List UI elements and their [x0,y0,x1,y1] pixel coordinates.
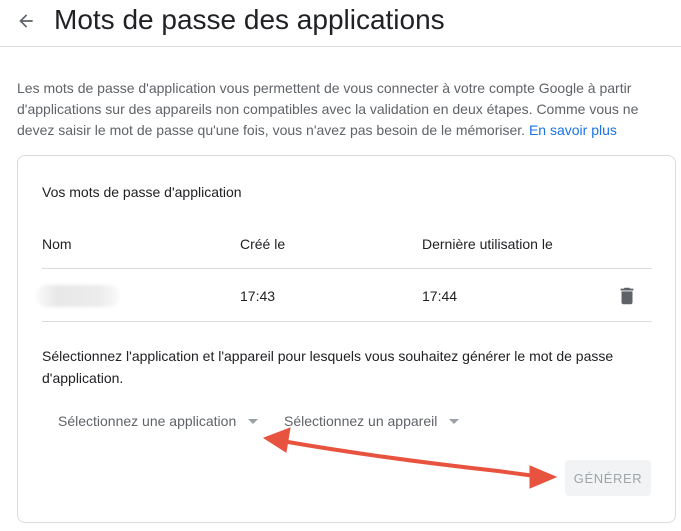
dropdown-caret-icon [248,418,259,424]
generate-button[interactable]: GÉNÉRER [565,460,651,496]
intro-text: Les mots de passe d'application vous per… [17,78,667,141]
page-title: Mots de passe des applications [54,4,445,35]
column-header-created: Créé le [240,236,286,252]
device-select-value: Sélectionnez un appareil [284,413,438,429]
select-description: Sélectionnez l'application et l'appareil… [42,348,614,386]
learn-more-link[interactable]: En savoir plus [529,122,617,138]
dropdown-caret-icon [449,418,460,424]
arrow-back-icon [19,14,33,28]
device-select-dropdown[interactable]: Sélectionnez un appareil [284,410,460,432]
card-title: Vos mots de passe d'application [42,184,242,200]
delete-password-button[interactable] [614,283,640,309]
table-divider [42,268,652,269]
blurred-app-name [36,285,120,307]
trash-icon [620,287,634,305]
page-header: Mots de passe des applications [0,0,681,47]
column-header-last-used: Dernière utilisation le [422,236,553,252]
row-created-time: 17:43 [240,288,276,304]
column-header-name: Nom [42,236,72,252]
app-select-dropdown[interactable]: Sélectionnez une application [58,410,259,432]
row-last-used-time: 17:44 [422,288,458,304]
back-button[interactable] [10,5,42,37]
app-passwords-card: Vos mots de passe d'application Nom Créé… [17,155,676,523]
table-divider [42,321,652,322]
app-select-value: Sélectionnez une application [58,413,237,429]
